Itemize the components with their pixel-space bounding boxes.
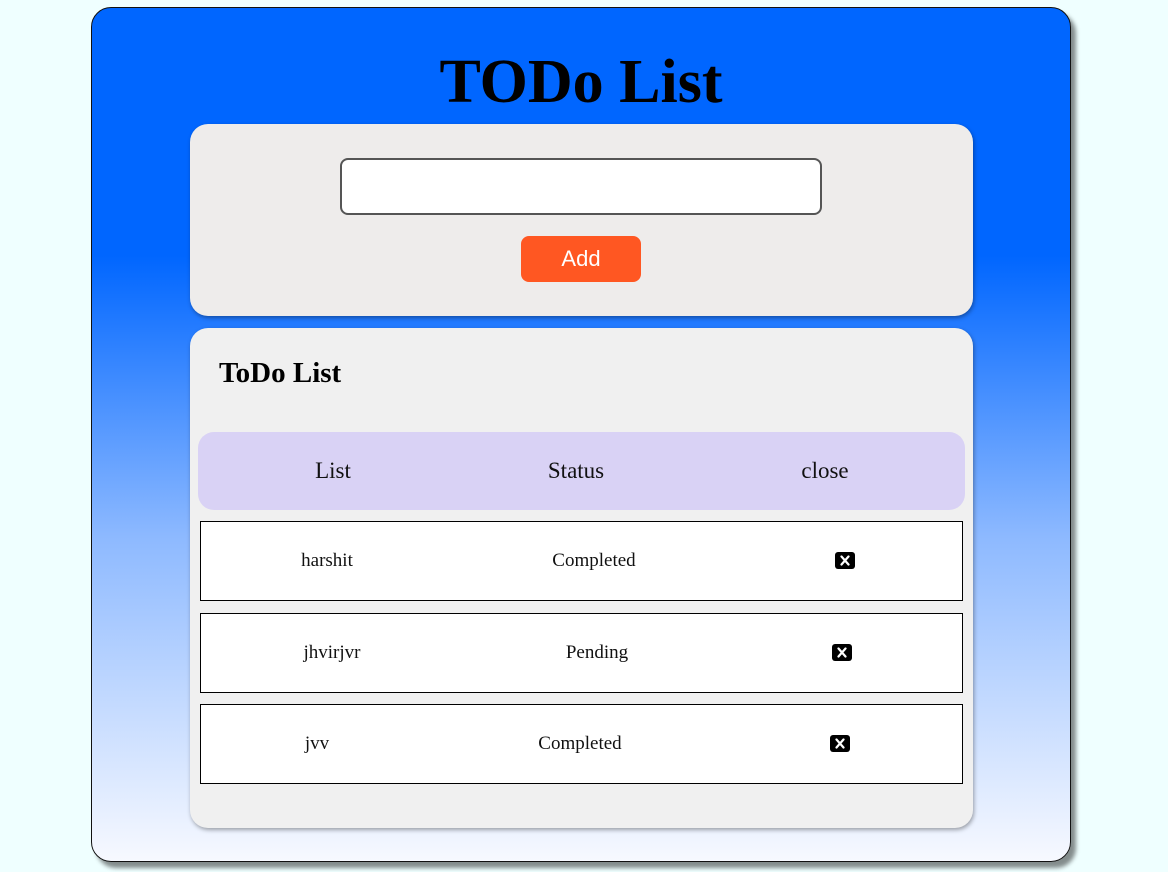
todo-list-panel: ToDo List List Status close harshit Comp…: [190, 328, 973, 828]
app-title: TODo List: [439, 48, 723, 116]
x-mark-icon: [840, 555, 850, 566]
item-name: jvv: [304, 733, 330, 754]
header-close: close: [801, 458, 849, 483]
x-mark-icon: [837, 647, 847, 658]
list-item: jvv Completed: [200, 704, 963, 784]
list-item: harshit Completed: [200, 521, 963, 601]
close-icon[interactable]: [835, 552, 855, 569]
item-name: harshit: [301, 550, 353, 571]
item-status: Pending: [565, 642, 629, 663]
add-task-panel: Add: [190, 124, 973, 316]
list-item: jhvirjvr Pending: [200, 613, 963, 693]
add-button[interactable]: Add: [521, 236, 641, 282]
list-header: List Status close: [198, 432, 965, 510]
x-mark-icon: [835, 738, 845, 749]
header-list: List: [315, 458, 351, 483]
task-input[interactable]: [340, 158, 822, 215]
header-status: Status: [547, 458, 605, 483]
item-status: Completed: [552, 550, 636, 571]
list-title: ToDo List: [219, 357, 342, 389]
close-icon[interactable]: [830, 735, 850, 752]
todo-app-card: TODo List Add ToDo List List Status clos…: [91, 7, 1071, 862]
item-name: jhvirjvr: [303, 642, 361, 663]
close-icon[interactable]: [832, 644, 852, 661]
item-status: Completed: [538, 733, 622, 754]
